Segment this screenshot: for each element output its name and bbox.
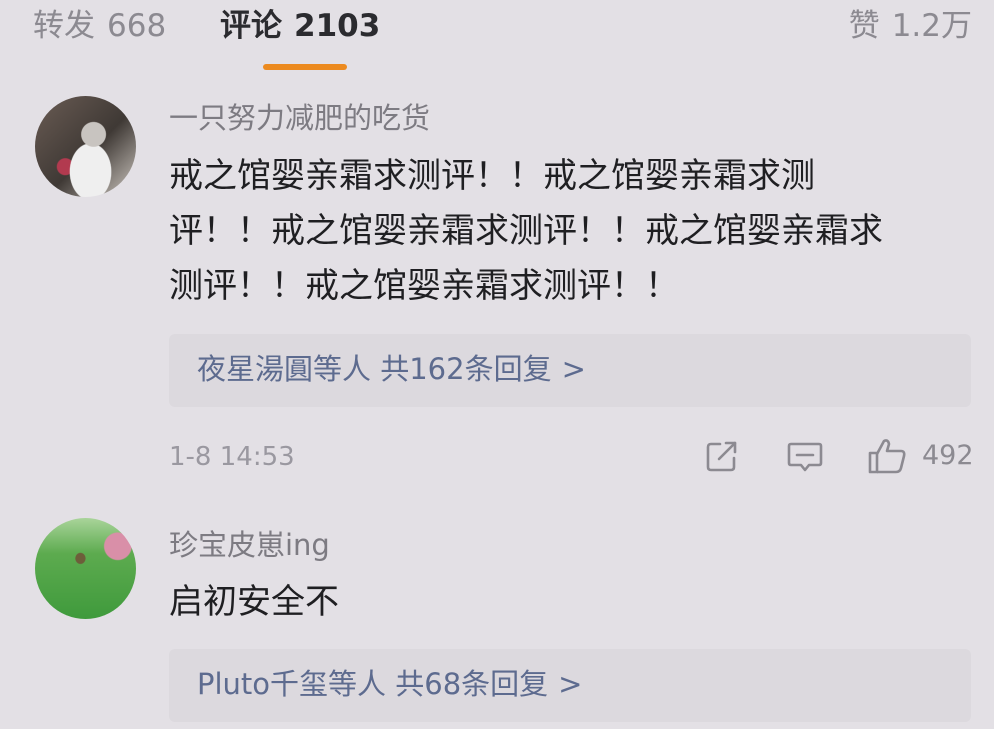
comment-timestamp: 1-8 14:53 xyxy=(169,442,295,472)
chevron-right-icon: > xyxy=(558,667,583,701)
like-button[interactable]: 492 xyxy=(866,436,978,476)
share-icon xyxy=(706,441,737,472)
tab-comments-label: 评论 xyxy=(220,8,282,44)
comment-username[interactable]: 珍宝皮崽ing xyxy=(169,527,330,563)
share-button[interactable] xyxy=(703,436,741,476)
tab-repost[interactable]: 转发 668 xyxy=(33,6,166,46)
comment-item: 一只努力减肥的吃货 戒之馆婴亲霜求测评！！戒之馆婴亲霜求测 评！！戒之馆婴亲霜求… xyxy=(0,92,994,492)
view-replies-button[interactable]: 夜星湯圓等人 共162条回复 > xyxy=(169,334,971,407)
chevron-right-icon: > xyxy=(561,352,586,386)
tab-comments-count: 2103 xyxy=(294,8,381,44)
tab-likes-count: 1.2万 xyxy=(891,8,972,44)
replies-summary: Pluto千玺等人 共68条回复 > xyxy=(197,665,582,703)
reply-button[interactable] xyxy=(785,436,825,476)
avatar[interactable] xyxy=(35,518,136,619)
tab-repost-count: 668 xyxy=(107,8,167,44)
replies-summary: 夜星湯圓等人 共162条回复 > xyxy=(197,350,586,388)
comment-meta-row: 1-8 14:53 492 xyxy=(0,432,994,482)
replies-summary-text: 夜星湯圓等人 共162条回复 xyxy=(197,352,552,386)
view-replies-button[interactable]: Pluto千玺等人 共68条回复 > xyxy=(169,649,971,722)
comment-text-line: 启初安全不 xyxy=(169,582,339,622)
replies-summary-text: Pluto千玺等人 共68条回复 xyxy=(197,667,549,701)
tab-likes[interactable]: 赞 1.2万 xyxy=(849,6,972,46)
comment-icon xyxy=(787,442,823,472)
tab-comments[interactable]: 评论 2103 xyxy=(220,6,380,46)
thumbs-up-icon xyxy=(868,439,906,474)
active-tab-indicator xyxy=(263,64,347,70)
avatar[interactable] xyxy=(35,96,136,197)
tab-repost-label: 转发 xyxy=(33,8,95,44)
comment-text-line: 测评！！戒之馆婴亲霜求测评！！ xyxy=(169,266,679,306)
comment-text-line: 评！！戒之馆婴亲霜求测评！！戒之馆婴亲霜求 xyxy=(169,211,883,251)
like-count: 492 xyxy=(922,440,974,471)
comment-item: 珍宝皮崽ing 启初安全不 Pluto千玺等人 共68条回复 > xyxy=(0,515,994,729)
comment-tab-bar: 转发 668 评论 2103 赞 1.2万 xyxy=(0,0,994,80)
comment-username[interactable]: 一只努力减肥的吃货 xyxy=(169,100,430,136)
comment-text-line: 戒之馆婴亲霜求测评！！戒之馆婴亲霜求测 xyxy=(169,156,815,196)
tab-likes-label: 赞 xyxy=(848,8,880,44)
